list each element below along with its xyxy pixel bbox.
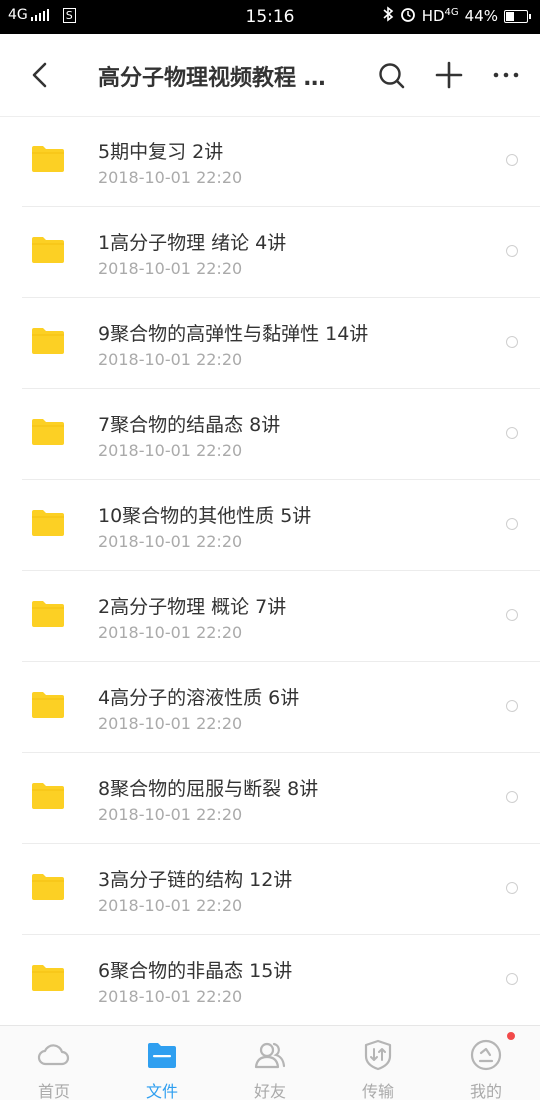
file-date: 2018-10-01 22:20 [98, 896, 243, 915]
notification-badge [507, 1032, 515, 1040]
more-icon[interactable] [490, 58, 522, 92]
folder-icon [148, 1043, 176, 1068]
status-bar: 4G S 15:16 HD4G 44% [0, 0, 540, 34]
file-name: 1高分子物理 绪论 4讲 [98, 232, 287, 254]
file-name: 5期中复习 2讲 [98, 141, 224, 163]
bottom-nav: 首页 文件 好友 传输 我的 [0, 1025, 540, 1101]
folder-icon [32, 328, 64, 354]
file-date: 2018-10-01 22:20 [98, 350, 243, 369]
battery-level [506, 11, 514, 21]
file-date: 2018-10-01 22:20 [98, 259, 243, 278]
folder-icon [32, 601, 64, 627]
friends-icon [254, 1042, 286, 1069]
folder-icon [32, 510, 64, 536]
file-name: 10聚合物的其他性质 5讲 [98, 505, 312, 527]
select-checkbox[interactable] [506, 427, 518, 439]
folder-icon [32, 146, 64, 172]
file-date: 2018-10-01 22:20 [98, 805, 243, 824]
folder-icon [32, 692, 64, 718]
hd-network-label: 4G [444, 7, 459, 18]
file-row[interactable]: 8聚合物的屈服与断裂 8讲 2018-10-01 22:20 [22, 753, 540, 844]
folder-icon [32, 783, 64, 809]
file-row[interactable]: 1高分子物理 绪论 4讲 2018-10-01 22:20 [22, 207, 540, 298]
folder-icon [32, 965, 64, 991]
nav-label: 传输 [361, 1082, 394, 1101]
file-row[interactable]: 10聚合物的其他性质 5讲 2018-10-01 22:20 [22, 480, 540, 571]
select-checkbox[interactable] [506, 791, 518, 803]
file-row[interactable]: 9聚合物的高弹性与黏弹性 14讲 2018-10-01 22:20 [22, 298, 540, 389]
battery-icon [504, 9, 531, 23]
hd-indicator: HD4G [422, 7, 459, 25]
nav-label: 好友 [253, 1082, 286, 1101]
nav-item-friends[interactable]: 好友 [216, 1026, 324, 1101]
battery-percent: 44% [464, 7, 498, 25]
bluetooth-icon [382, 6, 394, 26]
hd-label: HD [421, 7, 445, 25]
select-checkbox[interactable] [506, 154, 518, 166]
folder-icon [32, 874, 64, 900]
file-name: 2高分子物理 概论 7讲 [98, 596, 287, 618]
nav-item-transfer[interactable]: 传输 [324, 1026, 432, 1101]
file-row[interactable]: 6聚合物的非晶态 15讲 2018-10-01 22:20 [22, 935, 540, 1026]
file-date: 2018-10-01 22:20 [98, 532, 243, 551]
file-date: 2018-10-01 22:20 [98, 168, 243, 187]
search-icon[interactable] [376, 58, 408, 92]
file-name: 8聚合物的屈服与断裂 8讲 [98, 778, 319, 800]
select-checkbox[interactable] [506, 609, 518, 621]
back-icon[interactable] [26, 58, 56, 92]
transfer-icon [364, 1039, 392, 1071]
profile-icon [470, 1039, 502, 1071]
nav-label: 文件 [145, 1082, 178, 1101]
file-name: 9聚合物的高弹性与黏弹性 14讲 [98, 323, 369, 345]
select-checkbox[interactable] [506, 518, 518, 530]
file-date: 2018-10-01 22:20 [98, 623, 243, 642]
nav-label: 首页 [37, 1082, 70, 1101]
file-name: 4高分子的溶液性质 6讲 [98, 687, 300, 709]
select-checkbox[interactable] [506, 700, 518, 712]
file-row[interactable]: 5期中复习 2讲 2018-10-01 22:20 [22, 116, 540, 207]
select-checkbox[interactable] [506, 245, 518, 257]
file-row[interactable]: 3高分子链的结构 12讲 2018-10-01 22:20 [22, 844, 540, 935]
select-checkbox[interactable] [506, 882, 518, 894]
file-name: 6聚合物的非晶态 15讲 [98, 960, 293, 982]
folder-icon [32, 419, 64, 445]
nav-item-home[interactable]: 首页 [0, 1026, 108, 1101]
cloud-icon [37, 1044, 70, 1066]
file-row[interactable]: 7聚合物的结晶态 8讲 2018-10-01 22:20 [22, 389, 540, 480]
file-name: 7聚合物的结晶态 8讲 [98, 414, 281, 436]
file-date: 2018-10-01 22:20 [98, 714, 243, 733]
file-list: 5期中复习 2讲 2018-10-01 22:20 1高分子物理 绪论 4讲 2018… [0, 116, 540, 1026]
select-checkbox[interactable] [506, 336, 518, 348]
status-right: HD4G 44% [382, 6, 531, 26]
file-row[interactable]: 4高分子的溶液性质 6讲 2018-10-01 22:20 [22, 662, 540, 753]
file-date: 2018-10-01 22:20 [98, 987, 243, 1006]
nav-item-me[interactable]: 我的 [432, 1026, 540, 1101]
file-date: 2018-10-01 22:20 [98, 441, 243, 460]
select-checkbox[interactable] [506, 973, 518, 985]
nav-item-files[interactable]: 文件 [108, 1026, 216, 1101]
folder-icon [32, 237, 64, 263]
file-name: 3高分子链的结构 12讲 [98, 869, 293, 891]
title-bar: 高分子物理视频教程 … [0, 34, 540, 117]
alarm-icon [400, 6, 416, 26]
nav-label: 我的 [469, 1082, 502, 1101]
file-row[interactable]: 2高分子物理 概论 7讲 2018-10-01 22:20 [22, 571, 540, 662]
add-icon[interactable] [433, 58, 465, 92]
page-title: 高分子物理视频教程 … [98, 66, 326, 91]
